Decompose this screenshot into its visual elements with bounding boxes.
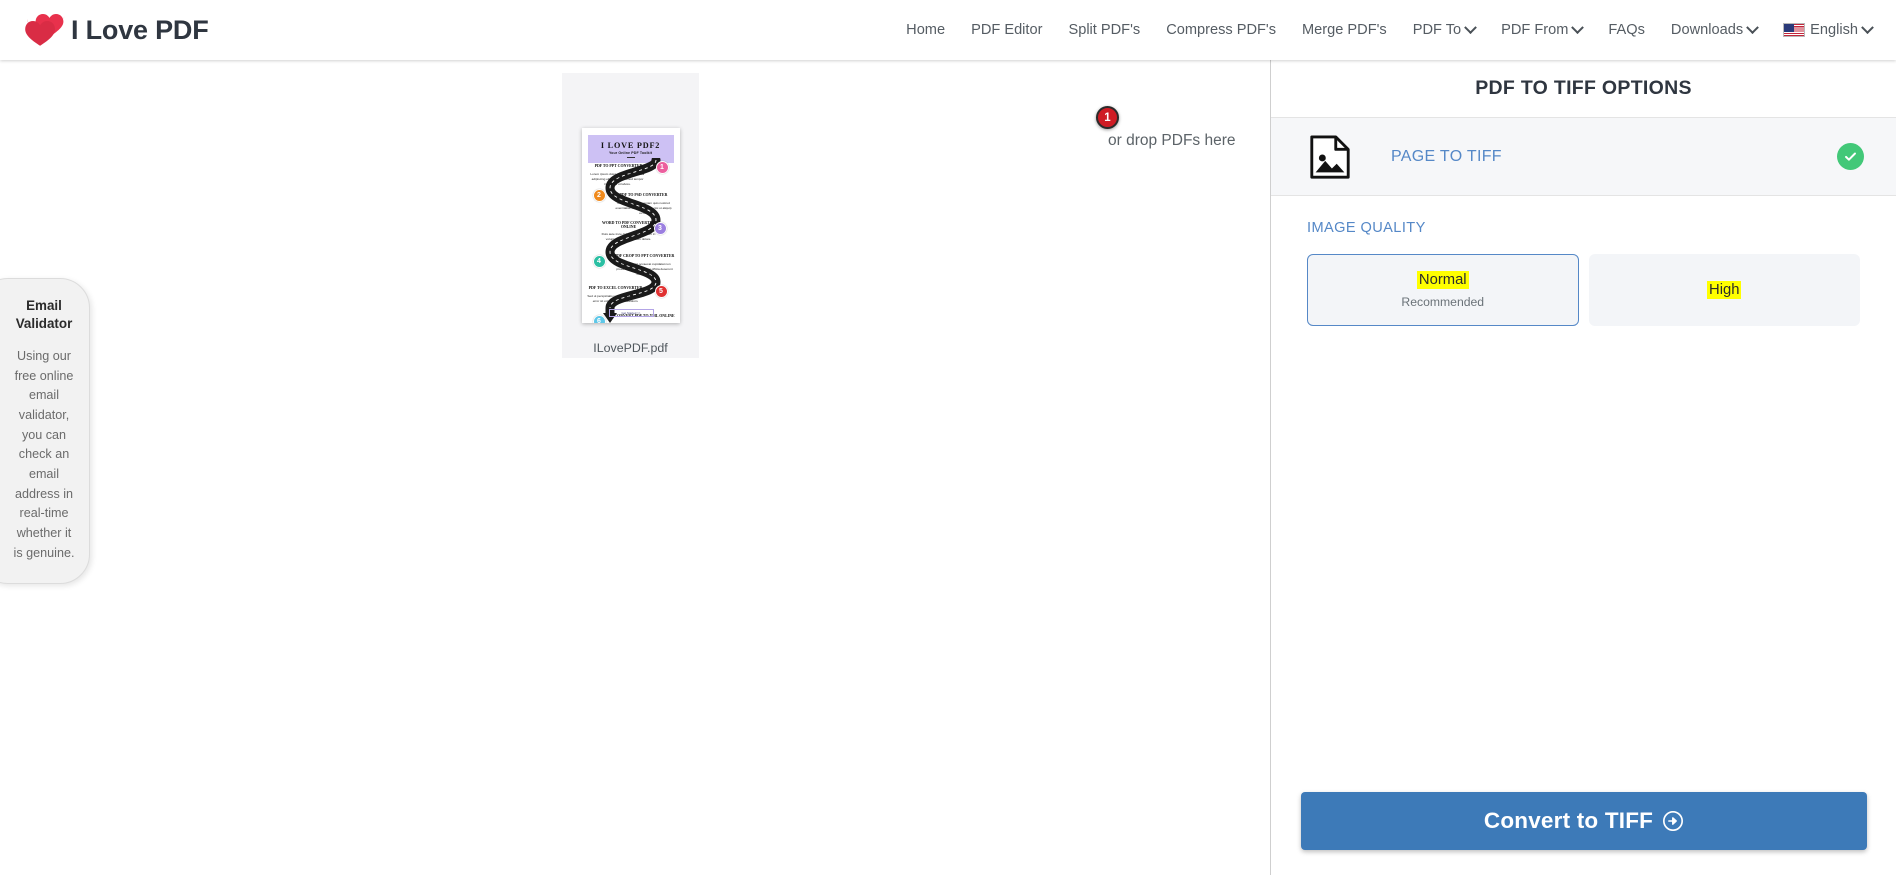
image-quality-label: IMAGE QUALITY — [1307, 220, 1426, 236]
chevron-down-icon — [1861, 20, 1874, 34]
nav-item-pdf-to[interactable]: PDF To — [1412, 20, 1477, 38]
logo[interactable]: I Love PDF — [24, 8, 209, 52]
step-pin-2: 2 — [592, 189, 606, 202]
nav-item-label: Home — [906, 22, 946, 38]
quality-option-normal-label: Normal — [1416, 270, 1469, 290]
nav-item-pdf-from[interactable]: PDF From — [1501, 20, 1585, 38]
check-icon — [1845, 152, 1856, 161]
step-body: Lorem ipsum dolor sit amet consectetur a… — [590, 172, 645, 186]
step-heading: PDF TO PSD CONVERTER — [619, 193, 668, 197]
step-heading: PDF CROP TO PPT CONVERTER — [614, 254, 675, 258]
page-to-tiff-option[interactable]: PAGE TO TIFF — [1271, 118, 1896, 196]
thumbnail-cta-button: Get Started >> — [608, 309, 654, 317]
step-pin-1: 1 — [655, 161, 669, 174]
nav-item-home[interactable]: Home — [906, 22, 945, 38]
quality-option-high-label: High — [1707, 280, 1742, 300]
nav-item-label: FAQs — [1608, 22, 1645, 38]
nav-item-pdf-editor[interactable]: PDF Editor — [971, 22, 1042, 38]
file-count-badge: 1 — [1096, 106, 1119, 129]
email-validator-widget[interactable]: Email Validator Using our free online em… — [0, 278, 90, 585]
step-body: Nemo enim ipsam voluptatem quia voluptas… — [614, 322, 674, 323]
step-body: Sed ut perspiciatis unde omnis iste natu… — [587, 294, 644, 303]
option-selected-check — [1837, 143, 1864, 170]
image-quality-section: IMAGE QUALITY Normal Recommended High — [1271, 196, 1896, 326]
step-pin-4: 4 — [592, 255, 606, 268]
logo-text: I Love PDF — [71, 14, 209, 45]
thumbnail-subtitle: Your Online PDF Toolkit — [608, 151, 653, 155]
convert-button-label: Convert to TIFF — [1483, 808, 1654, 833]
nav-item-label: PDF Editor — [971, 22, 1043, 38]
email-validator-title: Email Validator — [15, 298, 73, 332]
image-file-icon — [1310, 134, 1350, 179]
convert-to-tiff-button[interactable]: Convert to TIFF — [1301, 792, 1867, 850]
quality-option-normal[interactable]: Normal Recommended — [1307, 254, 1579, 326]
nav-item-label: Merge PDF's — [1302, 22, 1387, 38]
file-drop-area[interactable]: 1 or drop PDFs here I LOVE PDF2 Your Onl… — [0, 60, 1270, 875]
nav-item-label: Compress PDF's — [1166, 22, 1277, 38]
step-heading: PDF TO EXCEL CONVERTER — [588, 286, 643, 290]
drop-hint-text: or drop PDFs here — [1108, 132, 1236, 149]
page-to-tiff-label: PAGE TO TIFF — [1391, 147, 1502, 165]
file-name-label: ILovePDF.pdf — [593, 341, 668, 355]
chevron-down-icon — [1464, 20, 1477, 34]
step-heading: PDF TO PPT CONVERTER — [594, 164, 643, 168]
hearts-logo-icon — [25, 14, 65, 46]
quality-option-high[interactable]: High — [1588, 254, 1860, 326]
thumbnail-title: I LOVE PDF2 — [600, 140, 661, 150]
pdf-thumbnail: I LOVE PDF2 Your Online PDF Toolkit PDF … — [581, 128, 680, 323]
quality-option-normal-sub: Recommended — [1401, 295, 1485, 310]
panel-title: PDF TO TIFF OPTIONS — [1271, 60, 1896, 118]
step-pin-6: 6 — [592, 315, 606, 323]
language-label: English — [1810, 22, 1858, 38]
arrow-right-circle-icon — [1663, 811, 1684, 831]
step-pin-3: 3 — [653, 222, 667, 235]
step-body: Duis aute irure dolor in reprehenderit i… — [601, 232, 656, 241]
site-header: I Love PDF Home PDF Editor Split PDF's C… — [0, 0, 1896, 60]
chevron-down-icon — [1571, 20, 1585, 34]
file-card[interactable]: I LOVE PDF2 Your Online PDF Toolkit PDF … — [562, 73, 699, 358]
nav-item-compress-pdfs[interactable]: Compress PDF's — [1166, 22, 1276, 38]
chevron-down-icon — [1746, 20, 1759, 34]
main-navigation: Home PDF Editor Split PDF's Compress PDF… — [906, 0, 1874, 60]
step-body: Excepteur sint occaecat cupidatat non pr… — [616, 262, 673, 276]
step-heading: WORD TO PDF CONVERTER ONLINE — [601, 221, 656, 229]
us-flag-icon — [1783, 23, 1806, 37]
nav-item-merge-pdfs[interactable]: Merge PDF's — [1302, 22, 1387, 38]
nav-item-label: PDF From — [1501, 22, 1569, 38]
language-selector[interactable]: English — [1783, 20, 1874, 38]
nav-item-label: Split PDF's — [1068, 22, 1141, 38]
image-quality-options: Normal Recommended High — [1307, 254, 1860, 326]
nav-item-label: PDF To — [1412, 22, 1462, 38]
email-validator-body: Using our free online email validator, y… — [13, 349, 75, 560]
nav-item-downloads[interactable]: Downloads — [1670, 20, 1759, 38]
step-pin-5: 5 — [654, 285, 668, 298]
options-panel: PDF TO TIFF OPTIONS PAGE TO TIFF IMAGE Q… — [1270, 60, 1896, 875]
step-body: Ut enim ad minim veniam quis nostrud exe… — [615, 201, 672, 215]
nav-item-split-pdfs[interactable]: Split PDF's — [1068, 22, 1140, 38]
nav-item-label: Downloads — [1670, 22, 1744, 38]
nav-item-faqs[interactable]: FAQs — [1608, 22, 1645, 38]
